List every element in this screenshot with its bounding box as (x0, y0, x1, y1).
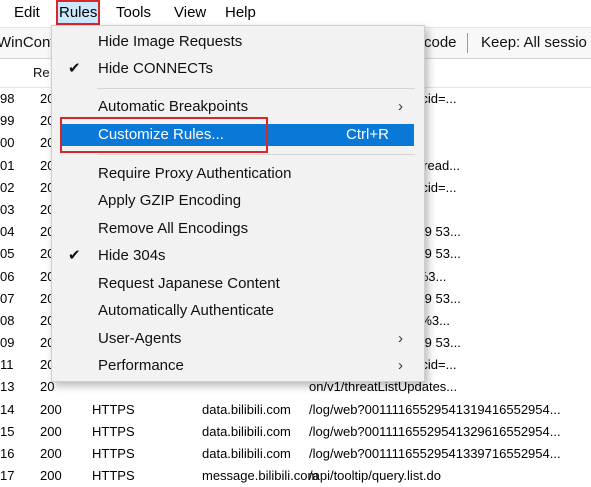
check-icon: ✔ (68, 60, 81, 77)
session-id: 07 (0, 290, 15, 306)
session-id: 17 (0, 468, 15, 484)
menu-item-shortcut: Ctrl+R (346, 126, 389, 143)
menu-bar: Edit Rules Tools View Help (0, 0, 591, 25)
menu-item-label: Apply GZIP Encoding (98, 192, 242, 209)
chevron-right-icon: › (398, 330, 403, 347)
menu-item-hide-304s[interactable]: ✔ Hide 304s (54, 243, 420, 269)
menu-item-label: Require Proxy Authentication (98, 165, 292, 182)
menu-item-hide-image-requests[interactable]: Hide Image Requests (54, 29, 420, 55)
menu-separator (97, 88, 415, 89)
session-id: 98 (0, 91, 15, 106)
column-result[interactable]: Re (33, 65, 50, 80)
menu-item-label: Hide Image Requests (98, 33, 243, 50)
check-icon: ✔ (68, 247, 81, 264)
session-id: 15 (0, 423, 15, 439)
session-id: 01 (0, 157, 15, 173)
session-id: 16 (0, 446, 15, 461)
winconfig-button[interactable]: WinConf (0, 34, 55, 51)
annotation-highlight-box (60, 117, 268, 153)
session-url: /log/web?00111165529541319416552954... (309, 401, 561, 417)
table-row[interactable]: 16 200 HTTPS data.bilibili.com/log/web?0011… (0, 443, 591, 465)
session-host: message.bilibili.com (202, 468, 319, 484)
menu-item-automatically-authenticate[interactable]: Automatically Authenticate (54, 298, 420, 324)
session-id: 14 (0, 401, 15, 417)
menu-tools[interactable]: Tools (115, 2, 152, 23)
session-url: /log/web?00111165529541339716552954... (309, 446, 561, 461)
session-id: 06 (0, 268, 15, 284)
session-result: 200 (40, 423, 62, 439)
session-id: 09 (0, 335, 15, 351)
toolbar-divider (467, 33, 468, 53)
menu-item-label: Request Japanese Content (98, 275, 280, 292)
session-protocol: HTTPS (92, 446, 135, 461)
session-protocol: HTTPS (92, 401, 135, 417)
table-row[interactable]: 17 200 HTTPS message.bilibili.com/api/toolt… (0, 465, 591, 487)
session-id: 99 (0, 113, 15, 129)
session-id: 00 (0, 135, 15, 151)
menu-item-label: Hide 304s (98, 247, 166, 264)
session-result: 200 (40, 468, 62, 484)
menu-item-user-agents[interactable]: User-Agents › (54, 326, 420, 352)
menu-item-remove-all-encodings[interactable]: Remove All Encodings (54, 216, 420, 242)
session-id: 13 (0, 379, 15, 395)
session-host: data.bilibili.com (202, 446, 291, 461)
table-row[interactable]: 14 200 HTTPS data.bilibili.com/log/web?0011… (0, 399, 591, 421)
menu-item-request-japanese-content[interactable]: Request Japanese Content (54, 271, 420, 297)
session-id: 08 (0, 312, 15, 328)
session-id: 05 (0, 246, 15, 262)
session-protocol: HTTPS (92, 423, 135, 439)
session-host: data.bilibili.com (202, 423, 291, 439)
menu-view[interactable]: View (173, 2, 207, 23)
decode-button[interactable]: code (424, 34, 457, 51)
rules-menu: Hide Image Requests ✔ Hide CONNECTs Auto… (51, 25, 425, 382)
session-result: 200 (40, 446, 62, 461)
menu-item-label: Performance (98, 357, 184, 374)
session-id: 04 (0, 224, 15, 240)
menu-item-label: Hide CONNECTs (98, 60, 214, 77)
session-url: /log/web?00111165529541329616552954... (309, 423, 561, 439)
menu-help[interactable]: Help (224, 2, 257, 23)
menu-item-label: Automatically Authenticate (98, 302, 274, 319)
session-id: 11 (0, 357, 14, 373)
menu-item-label: Remove All Encodings (98, 220, 249, 237)
session-url: /api/tooltip/query.list.do (309, 468, 441, 484)
session-result: 200 (40, 401, 62, 417)
menu-edit[interactable]: Edit (13, 2, 41, 23)
keep-sessions-dropdown[interactable]: Keep: All sessio (481, 34, 587, 51)
session-id: 02 (0, 179, 15, 195)
chevron-right-icon: › (398, 98, 403, 115)
menu-item-performance[interactable]: Performance › (54, 353, 420, 379)
menu-item-apply-gzip-encoding[interactable]: Apply GZIP Encoding (54, 188, 420, 214)
menu-item-hide-connects[interactable]: ✔ Hide CONNECTs (54, 56, 420, 82)
menu-rules[interactable]: Rules (55, 0, 101, 25)
session-host: data.bilibili.com (202, 401, 291, 417)
chevron-right-icon: › (398, 357, 403, 374)
menu-item-require-proxy-authentication[interactable]: Require Proxy Authentication (54, 161, 420, 187)
session-id: 03 (0, 201, 15, 217)
table-row[interactable]: 15 200 HTTPS data.bilibili.com/log/web?0011… (0, 421, 591, 443)
menu-item-label: User-Agents (98, 330, 182, 347)
session-protocol: HTTPS (92, 468, 135, 484)
menu-separator (97, 154, 415, 155)
